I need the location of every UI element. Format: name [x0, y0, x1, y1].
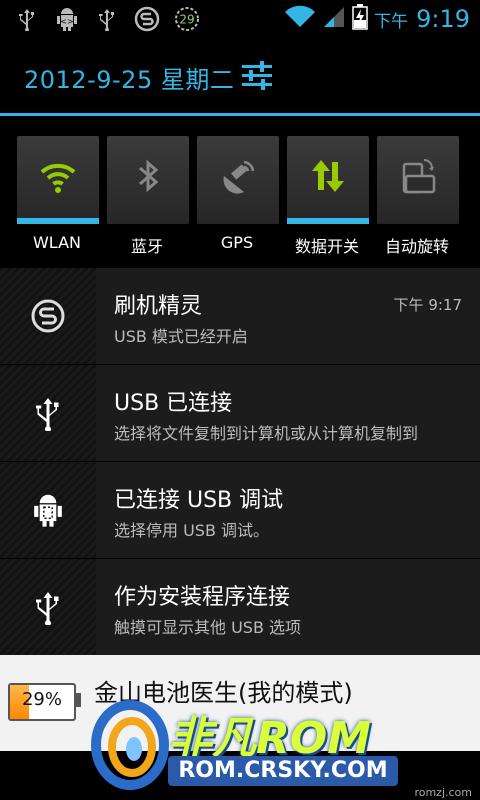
- notification-icon-box: [0, 462, 96, 558]
- data-icon: [312, 160, 344, 192]
- gps-icon: [223, 160, 255, 194]
- status-bar-left-icons: <> 29: [14, 6, 200, 32]
- watermark-url: ROM.CRSKY.COM: [168, 756, 398, 786]
- toggle-data[interactable]: [287, 136, 369, 224]
- notification-icon-box: [0, 268, 96, 364]
- bluetooth-icon: [139, 159, 159, 193]
- badge-icon: 29: [174, 6, 200, 32]
- flash-app-icon: [31, 299, 65, 333]
- toggle-wlan[interactable]: [17, 136, 99, 224]
- toggle-label-data: 数据开关: [294, 237, 359, 256]
- notification-item[interactable]: 刷机精灵 下午 9:17 USB 模式已经开启: [0, 268, 480, 365]
- toggle-label-gps: GPS: [220, 233, 254, 252]
- status-bar: <> 29 下午 9:19: [0, 0, 480, 38]
- notification-title: 已连接 USB 调试: [114, 488, 284, 513]
- usb-icon: [14, 6, 40, 32]
- watermark-small: romzj.com: [414, 786, 472, 799]
- clock-time: 9:19: [416, 5, 470, 33]
- usb-icon: [94, 6, 120, 32]
- notification-text: 触摸可显示其他 USB 选项: [114, 618, 302, 637]
- badge-count: 29: [179, 13, 194, 27]
- notification-title: USB 已连接: [114, 391, 233, 416]
- signal-icon: [322, 5, 346, 33]
- status-bar-right-icons: 下午 9:19: [284, 4, 470, 34]
- notification-title: 作为安装程序连接: [114, 585, 291, 610]
- battery-level-icon: 29%: [8, 683, 76, 721]
- notification-title: 刷机精灵: [114, 294, 203, 319]
- toggle-label-auto-rotate: 自动旋转: [384, 237, 449, 256]
- notification-text: 选择将文件复制到计算机或从计算机复制到: [114, 424, 419, 443]
- notification-item[interactable]: 作为安装程序连接 触摸可显示其他 USB 选项: [0, 559, 480, 656]
- notification-time: 下午 9:17: [393, 296, 462, 314]
- notification-text: 选择停用 USB 调试。: [114, 521, 270, 540]
- notification-list: 刷机精灵 下午 9:17 USB 模式已经开启 USB 已连接 选择将文件复制到…: [0, 268, 480, 656]
- android-debug-icon: [34, 494, 62, 527]
- settings-icon[interactable]: [240, 58, 274, 92]
- battery-percent: 29%: [21, 689, 62, 710]
- watermark-logo: 非凡ROM ROM.CRSKY.COM: [90, 690, 410, 800]
- toggle-auto-rotate[interactable]: [377, 136, 459, 224]
- battery-charging-icon: [352, 4, 368, 34]
- toggle-gps[interactable]: [197, 136, 279, 224]
- usb-icon: [36, 592, 59, 625]
- toggle-label-wlan: WLAN: [32, 233, 81, 252]
- toggle-label-bluetooth: 蓝牙: [130, 237, 163, 256]
- toggle-active-indicator: [17, 218, 99, 224]
- notification-item[interactable]: USB 已连接 选择将文件复制到计算机或从计算机复制到: [0, 365, 480, 462]
- notification-icon-box: [0, 365, 96, 461]
- svg-text:<>: <>: [60, 17, 73, 26]
- rotate-icon: [402, 159, 436, 194]
- toggle-active-indicator: [287, 218, 369, 224]
- usb-icon: [36, 398, 59, 431]
- notification-header: 2012-9-25 星期二: [0, 38, 480, 116]
- notification-item[interactable]: 已连接 USB 调试 选择停用 USB 调试。: [0, 462, 480, 559]
- wifi-icon: [40, 163, 76, 193]
- flash-app-icon: [134, 6, 160, 32]
- date-label: 2012-9-25 星期二: [24, 66, 235, 94]
- wifi-icon: [284, 5, 316, 33]
- quick-toggles: WLAN 蓝牙 GPS 数据开关 自动旋转: [0, 116, 480, 268]
- notification-icon-box: [0, 559, 96, 655]
- battery-tip: [76, 693, 81, 707]
- toggle-bluetooth[interactable]: [107, 136, 189, 224]
- brand-swirl-icon: [91, 700, 169, 790]
- android-debug-icon: <>: [54, 6, 80, 32]
- clock-ampm: 下午: [374, 11, 409, 32]
- notification-text: USB 模式已经开启: [114, 327, 248, 346]
